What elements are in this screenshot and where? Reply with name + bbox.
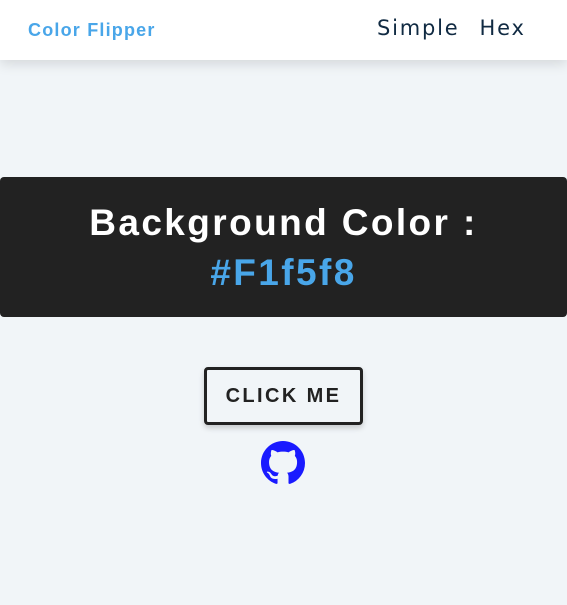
- nav-link-hex[interactable]: Hex: [480, 16, 526, 40]
- banner-heading: Background Color :: [89, 202, 478, 243]
- color-value: #F1f5f8: [210, 252, 357, 293]
- github-icon: [261, 441, 305, 484]
- github-link[interactable]: [261, 441, 305, 485]
- brand-logo[interactable]: Color Flipper: [28, 20, 156, 41]
- navbar: Color Flipper Simple Hex: [0, 0, 567, 60]
- color-banner: Background Color : #F1f5f8: [0, 177, 567, 317]
- nav-link-simple[interactable]: Simple: [377, 16, 460, 40]
- nav-links: Simple Hex: [377, 16, 526, 40]
- click-me-button[interactable]: CLICK ME: [204, 367, 363, 425]
